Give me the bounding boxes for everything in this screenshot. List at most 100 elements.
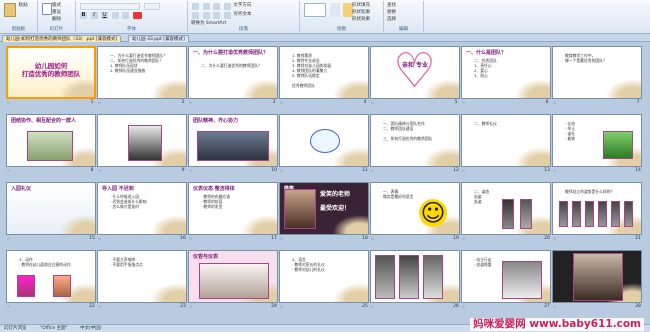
slide-text-line: 爱笑的老师 bbox=[320, 191, 351, 198]
transition-icon[interactable]: ☆ bbox=[279, 304, 284, 309]
slide-thumbnail[interactable]: 一、团队精神与团队合作 二、教师团队建设 三、如何打造优秀的教师团队 bbox=[370, 114, 460, 167]
document-tab-active[interactable]: 幼儿园-如何打造优秀的教师团队（33）.ppt [兼容模式] bbox=[2, 35, 122, 42]
replace-button[interactable]: 替换 bbox=[387, 9, 420, 16]
shape-effect-button[interactable]: 形状效果 bbox=[352, 16, 370, 23]
transition-icon[interactable]: ☆ bbox=[461, 236, 466, 241]
slide-thumbnail[interactable]: · 仪态 · 举止 · 谈吐 · 着装 bbox=[552, 114, 642, 167]
slide-thumbnail[interactable] bbox=[552, 250, 642, 303]
transition-icon[interactable]: ☆ bbox=[461, 304, 466, 309]
shadow-icon[interactable] bbox=[122, 12, 130, 19]
transition-icon[interactable]: ☆ bbox=[97, 236, 102, 241]
slide-thumbnail[interactable]: 入园礼仪 bbox=[6, 182, 96, 235]
transition-icon[interactable]: ☆ bbox=[188, 168, 193, 173]
transition-icon[interactable]: ☆ bbox=[97, 304, 102, 309]
slide-sorter-pane[interactable]: 幼儿园如何 打造优秀的教师团队 1 ☆ 一、为什么要打造优秀教师团队？ 二、如何打造优秀… bbox=[0, 42, 650, 324]
slide-thumbnail[interactable]: 团结协作、相互配合的一群人 bbox=[6, 114, 96, 167]
align-center-icon[interactable] bbox=[202, 12, 210, 19]
slide-thumbnail[interactable]: 一、表情 微笑是最好的语言 ☺ bbox=[370, 182, 460, 235]
transition-icon[interactable]: ☆ bbox=[370, 100, 375, 105]
transition-icon[interactable]: ☆ bbox=[97, 168, 102, 173]
floral-decoration bbox=[419, 144, 459, 166]
underline-icon[interactable]: U bbox=[101, 12, 109, 19]
floral-decoration bbox=[328, 280, 368, 302]
transition-icon[interactable]: ☆ bbox=[552, 100, 557, 105]
font-size-select[interactable] bbox=[143, 3, 160, 10]
transition-icon[interactable]: ☆ bbox=[188, 236, 193, 241]
slide-thumbnail[interactable]: 亲和 专业 ♡ bbox=[370, 46, 460, 99]
find-button[interactable]: 查找 bbox=[387, 2, 420, 9]
bold-icon[interactable]: B bbox=[80, 12, 87, 19]
slide-thumbnail[interactable]: 微笑爱笑的老师最受欢迎！ bbox=[279, 182, 369, 235]
slide-thumbnail[interactable]: 教师站立的姿势是什么样的？ bbox=[552, 182, 642, 235]
slide-thumbnail[interactable]: 一、为什么要打造优秀教师团队？ 二、为什么要打造优秀的教师团队？ bbox=[188, 46, 278, 99]
text-direction-button[interactable]: 文字方向 bbox=[233, 3, 251, 8]
slide-thumbnail[interactable] bbox=[97, 114, 187, 167]
new-slide-icon[interactable] bbox=[42, 3, 52, 15]
layout-button[interactable]: 版式 bbox=[52, 2, 61, 9]
paste-button[interactable]: 粘贴 bbox=[19, 3, 28, 8]
increase-indent-icon[interactable] bbox=[223, 3, 231, 10]
decrease-indent-icon[interactable] bbox=[213, 3, 221, 10]
transition-icon[interactable]: ☆ bbox=[6, 304, 11, 309]
document-tab[interactable]: 幼儿园-33.ppt [兼容模式] bbox=[128, 35, 189, 42]
reset-button[interactable]: 重设 bbox=[52, 9, 61, 16]
justify-icon[interactable] bbox=[223, 12, 231, 19]
slide-thumbnail[interactable]: 团队精神、齐心协力 bbox=[188, 114, 278, 167]
bullets-icon[interactable] bbox=[192, 3, 199, 10]
transition-icon[interactable]: ☆ bbox=[188, 100, 193, 105]
font-name-select[interactable] bbox=[80, 3, 140, 10]
shape-outline-button[interactable]: 形状轮廓 bbox=[352, 9, 370, 16]
shape-fill-button[interactable]: 形状填充 bbox=[352, 2, 370, 9]
slide-thumbnail[interactable]: 4、语言 · 教师对家长的礼仪 · 教师对幼儿的礼仪 bbox=[279, 250, 369, 303]
slide-number: 10 bbox=[271, 168, 277, 173]
slide-thumbnail[interactable]: 一、为什么要打造优秀教师团队？ 二、如何打造优秀的教师团队？ 1. 教师队伍现状 … bbox=[97, 46, 187, 99]
slide-thumbnail[interactable]: 仪容与仪表 bbox=[188, 250, 278, 303]
strikethrough-icon[interactable] bbox=[111, 12, 119, 19]
slide-thumbnail[interactable]: · 站立行走 · 坐姿稳重 bbox=[461, 250, 551, 303]
align-right-icon[interactable] bbox=[213, 12, 221, 19]
slide-thumbnail[interactable]: 二、姿态 站姿 坐姿 bbox=[461, 182, 551, 235]
delete-button[interactable]: 删除 bbox=[52, 16, 61, 23]
transition-icon[interactable]: ☆ bbox=[6, 168, 11, 173]
sitting-figure-photo bbox=[520, 199, 532, 229]
slide-thumbnail[interactable] bbox=[370, 250, 460, 303]
numbering-icon[interactable] bbox=[202, 3, 210, 10]
slide-text-line: 2. 教师队伍建设措施 bbox=[110, 68, 146, 73]
paste-icon[interactable] bbox=[4, 3, 16, 17]
arrange-icon[interactable] bbox=[329, 3, 340, 17]
transition-icon[interactable]: ☆ bbox=[552, 304, 557, 309]
slide-number: 2 bbox=[181, 100, 185, 105]
bicycle-photo bbox=[27, 131, 73, 161]
slide-thumbnail[interactable]: 教育教学工作中， 哪一个是最优秀的团队？ bbox=[552, 46, 642, 99]
transition-icon[interactable]: ☆ bbox=[370, 168, 375, 173]
slide-thumbnail[interactable]: 二、教师礼仪 bbox=[461, 114, 551, 167]
transition-icon[interactable]: ☆ bbox=[188, 304, 193, 309]
transition-icon[interactable]: ☆ bbox=[461, 100, 466, 105]
align-text-button[interactable]: 对齐文本 bbox=[233, 12, 251, 17]
slide-thumbnail[interactable]: 导入园 不迟到 · 什么时候进入园 · 迟到会造成什么影响 · 怎么做才是准时 bbox=[97, 182, 187, 235]
transition-icon[interactable]: ☆ bbox=[6, 100, 11, 105]
slide-thumbnail[interactable]: 一、什么是团队？ 二、优秀团队 1、责任心 2、爱心 3、耐心 bbox=[461, 46, 551, 99]
slide-thumbnail[interactable]: 3、动作 · 教师在幼儿面前应注意的动作 bbox=[6, 250, 96, 303]
slide-thumbnail[interactable]: 1. 教师素质 2. 教师专业成长 3. 教师对幼儿园的发展 4. 教师团队的凝聚力 5… bbox=[279, 46, 369, 99]
transition-icon[interactable]: ☆ bbox=[552, 168, 557, 173]
slide-thumbnail[interactable]: 仪表仪态 整洁得体 · 教师的衣着应该 · 教师的妆容 · 教师的发型 bbox=[188, 182, 278, 235]
transition-icon[interactable]: ☆ bbox=[279, 168, 284, 173]
select-button[interactable]: 选择 bbox=[387, 16, 420, 23]
floral-decoration bbox=[146, 76, 186, 98]
transition-icon[interactable]: ☆ bbox=[97, 100, 102, 105]
slide-thumbnail[interactable] bbox=[279, 114, 369, 167]
slide-thumbnail[interactable]: 幼儿园如何 打造优秀的教师团队 bbox=[6, 46, 96, 99]
transition-icon[interactable]: ☆ bbox=[461, 168, 466, 173]
slide-thumbnail[interactable]: · 不要大声喧哗 · 不要用手指指点点 bbox=[97, 250, 187, 303]
transition-icon[interactable]: ☆ bbox=[279, 236, 284, 241]
font-color-icon[interactable] bbox=[132, 12, 142, 19]
align-left-icon[interactable] bbox=[192, 12, 199, 19]
transition-icon[interactable]: ☆ bbox=[6, 236, 11, 241]
transition-icon[interactable]: ☆ bbox=[370, 236, 375, 241]
transition-icon[interactable]: ☆ bbox=[552, 236, 557, 241]
transition-icon[interactable]: ☆ bbox=[370, 304, 375, 309]
italic-icon[interactable]: I bbox=[90, 12, 98, 19]
shapes-gallery-icon[interactable] bbox=[304, 3, 326, 17]
transition-icon[interactable]: ☆ bbox=[279, 100, 284, 105]
